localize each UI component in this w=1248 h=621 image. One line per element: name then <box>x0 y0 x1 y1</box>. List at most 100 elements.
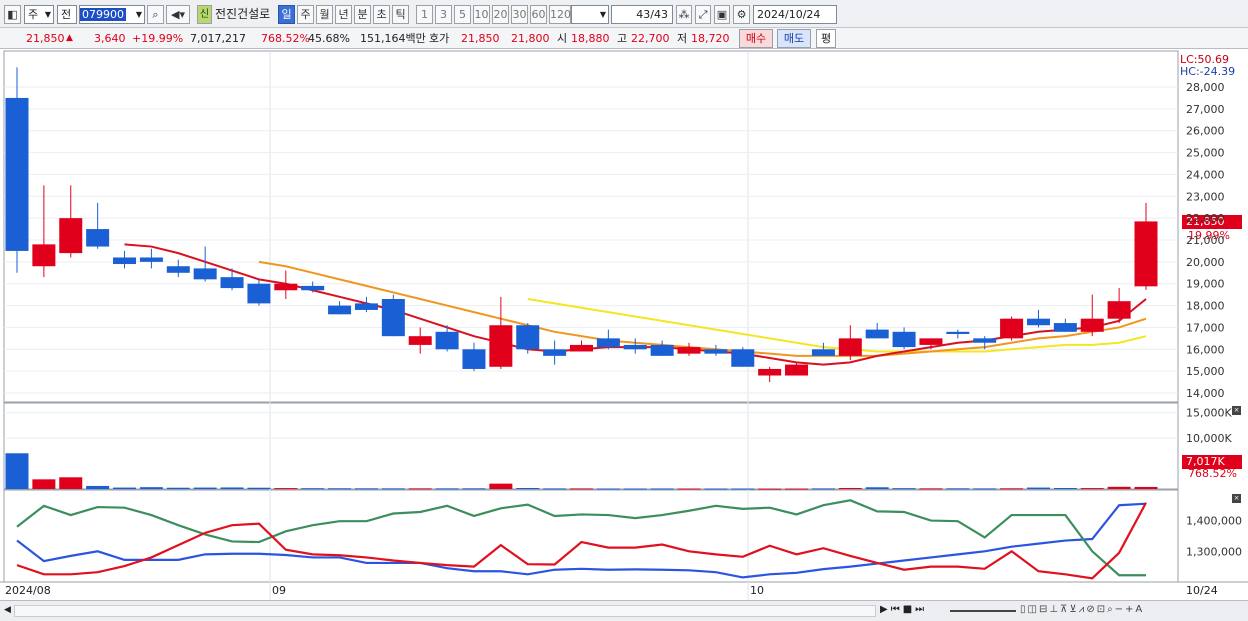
tab-5[interactable]: 초 <box>373 5 390 24</box>
candle-body <box>489 325 513 367</box>
candle-body <box>1134 221 1158 287</box>
volume-bar <box>354 488 378 490</box>
volume-bar <box>704 488 728 490</box>
max-note: ←최고 28,900 (08/19) <box>30 65 145 81</box>
candle-body <box>32 244 56 267</box>
toolbar: ◧ 주 ▼ 전 079900 ▼ ⌕ ◀▾ 신 전진건설로 일주월년분초틱 1351… <box>0 0 1248 28</box>
scroll-left-icon[interactable]: ◀ <box>4 605 11 615</box>
volume-bar <box>113 487 137 489</box>
price-tick-label: 27,000 <box>1186 103 1225 116</box>
volume-bar <box>1026 487 1050 489</box>
volume-tick-label: 15,000K <box>1186 407 1232 420</box>
quote-label: 호가 <box>429 32 450 45</box>
scrollbar[interactable] <box>14 605 876 617</box>
candle-body <box>193 268 217 280</box>
stock-name[interactable]: 전진건설로 <box>215 5 277 24</box>
volume-bar <box>677 488 701 490</box>
minute-button-3[interactable]: 3 <box>435 5 452 24</box>
candle-body <box>139 257 163 262</box>
low-price: 18,720 <box>691 32 730 45</box>
drawing-tools-icon[interactable]: ▯◫⊟⊥⊼⊻⩘⊘⊡⌕−+A <box>1020 604 1144 615</box>
date-axis-oct: 10 <box>750 584 764 597</box>
speaker-icon[interactable]: ◀▾ <box>166 5 190 24</box>
candle-body <box>328 305 352 315</box>
min-note-text: 최저 14,500 (10/02) <box>622 375 729 388</box>
save-icon[interactable]: ▣ <box>714 5 730 24</box>
volume-bar <box>973 488 997 490</box>
foreign-line <box>16 502 1147 580</box>
tab-3[interactable]: 년 <box>335 5 352 24</box>
tool-icon[interactable]: ⤢ <box>695 5 711 24</box>
tab-1[interactable]: 주 <box>297 5 314 24</box>
individual-line <box>16 499 1146 577</box>
market-select[interactable]: 전 <box>57 5 77 24</box>
volume-bar <box>785 488 809 490</box>
volume-bar <box>408 488 432 490</box>
volume-bar <box>731 488 755 490</box>
grid-icon[interactable]: ⁂ <box>676 5 692 24</box>
candle-body <box>785 364 809 376</box>
code-input-value: 079900 <box>80 8 126 21</box>
tab-2[interactable]: 월 <box>316 5 333 24</box>
playback-controls[interactable]: ▶⏮■⏭ <box>880 604 927 615</box>
min-note: 최저 14,500 (10/02) → <box>622 373 741 389</box>
candle-body <box>435 331 459 350</box>
minute-button-1[interactable]: 1 <box>416 5 433 24</box>
period-select[interactable]: 주 ▼ <box>24 5 54 24</box>
candle-body <box>946 331 970 334</box>
eval-button[interactable]: 평 <box>816 29 836 48</box>
chevron-down-icon: ▼ <box>44 10 51 19</box>
zoom-slider[interactable] <box>950 610 1016 612</box>
close-icon[interactable]: × <box>1232 494 1241 503</box>
current-price-tag: 21,850 <box>1182 215 1242 229</box>
candle-body <box>408 336 432 345</box>
tab-4[interactable]: 분 <box>354 5 371 24</box>
minute-button-60[interactable]: 60 <box>530 5 547 24</box>
legend-marker-icon: ■ <box>96 52 105 62</box>
chevron-down-icon[interactable]: ▼ <box>136 6 144 23</box>
minute-button-10[interactable]: 10 <box>473 5 490 24</box>
window-menu-icon[interactable]: ◧ <box>4 5 21 24</box>
volume-bar <box>811 488 835 490</box>
calendar-icon[interactable]: ▦ <box>9 68 22 81</box>
candle-body <box>166 266 190 273</box>
candle-body <box>516 325 540 350</box>
minute-select[interactable]: ▼ <box>571 5 609 24</box>
candle-body <box>354 303 378 310</box>
minute-button-120[interactable]: 120 <box>549 5 571 24</box>
open-price: 18,880 <box>571 32 610 45</box>
open-label: 시 <box>557 32 568 45</box>
search-icon[interactable]: ⌕ <box>147 5 164 24</box>
holdings-panel-frame <box>3 489 1179 583</box>
volume-bar <box>193 487 217 489</box>
candle-body <box>247 283 271 304</box>
minute-button-5[interactable]: 5 <box>454 5 471 24</box>
volume-bar <box>435 488 459 490</box>
volume-bar <box>86 485 110 489</box>
tab-6[interactable]: 틱 <box>392 5 409 24</box>
count-input[interactable]: 43/43 <box>611 5 673 24</box>
stock-chart: 28,00027,00026,00025,00024,00023,00022,0… <box>0 50 1248 600</box>
buy-button[interactable]: 매수 <box>739 29 773 48</box>
volume-bar <box>1000 488 1024 490</box>
ma10-line <box>258 260 1147 357</box>
candle-body <box>973 338 997 343</box>
ma-period-10: 10 <box>176 52 190 65</box>
minute-button-30[interactable]: 30 <box>511 5 528 24</box>
gear-icon[interactable]: ⚙ <box>733 5 750 24</box>
close-icon[interactable]: × <box>1232 406 1241 415</box>
volume-bar <box>516 487 540 489</box>
candle-body <box>677 347 701 354</box>
code-input[interactable]: 079900 ▼ <box>79 5 145 24</box>
tab-0[interactable]: 일 <box>278 5 295 24</box>
sell-button[interactable]: 매도 <box>777 29 811 48</box>
date-input[interactable]: 2024/10/24 <box>753 5 837 24</box>
candle-body <box>1080 318 1104 332</box>
minute-button-20[interactable]: 20 <box>492 5 509 24</box>
volume-bar <box>301 488 325 490</box>
candle-body <box>596 338 620 348</box>
candle-body <box>570 344 593 352</box>
volume-ratio: 768.52% <box>261 32 310 45</box>
count-total: /43 <box>650 8 668 21</box>
bottom-bar: ◀ ▶⏮■⏭ ▯◫⊟⊥⊼⊻⩘⊘⊡⌕−+A <box>0 600 1248 621</box>
